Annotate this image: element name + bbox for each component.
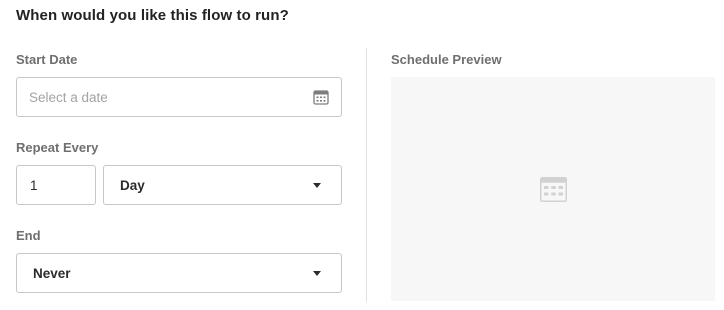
chevron-down-icon — [313, 182, 321, 188]
repeat-interval-value: 1 — [30, 177, 38, 193]
repeat-interval-input[interactable]: 1 — [16, 165, 96, 205]
repeat-every-label: Repeat Every — [16, 140, 99, 155]
column-divider — [366, 48, 367, 302]
end-select[interactable]: Never — [16, 253, 342, 293]
schedule-preview-label: Schedule Preview — [391, 52, 502, 67]
chevron-down-icon — [313, 270, 321, 276]
start-date-input[interactable]: Select a date — [16, 77, 342, 117]
end-label: End — [16, 228, 41, 243]
repeat-unit-select[interactable]: Day — [103, 165, 342, 205]
end-value: Never — [33, 265, 71, 281]
start-date-placeholder: Select a date — [29, 89, 108, 105]
schedule-preview-panel — [391, 77, 715, 301]
page-title: When would you like this flow to run? — [16, 7, 289, 24]
calendar-icon — [539, 176, 567, 202]
repeat-unit-value: Day — [120, 177, 145, 193]
flow-schedule-form: When would you like this flow to run? St… — [0, 0, 724, 310]
calendar-icon[interactable] — [313, 89, 329, 105]
start-date-label: Start Date — [16, 52, 78, 67]
